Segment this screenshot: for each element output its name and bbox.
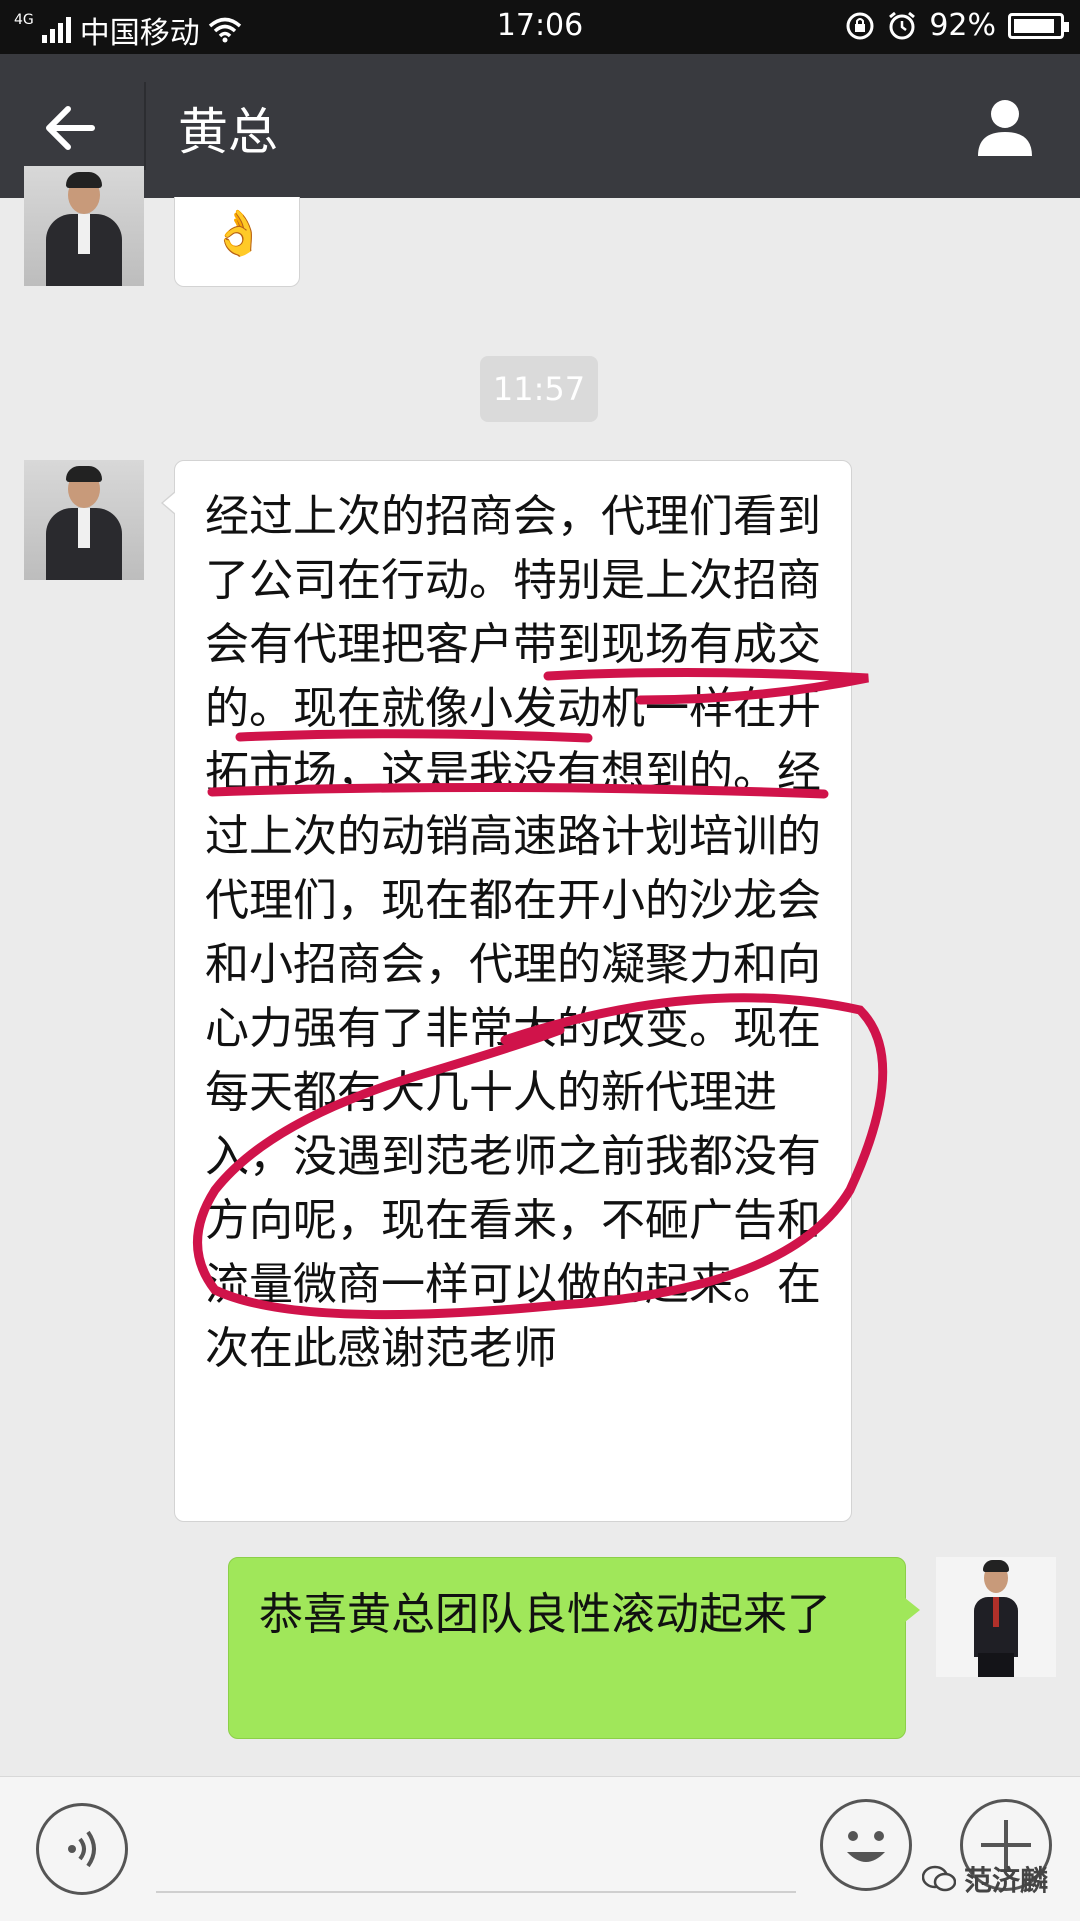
battery-icon — [1008, 12, 1069, 39]
title-divider — [144, 82, 146, 170]
lock-rotation-icon — [846, 12, 874, 39]
watermark: 范济麟 — [921, 1859, 1048, 1899]
status-right: 92% — [845, 8, 1069, 43]
chat-title: 黄总 — [178, 103, 278, 161]
person-icon[interactable] — [974, 96, 1036, 158]
wechat-icon — [921, 1865, 956, 1892]
contact-message-text: 经过上次的招商会，代理们看到了公司在行动。特别是上次招商会有代理把客户带到现场有… — [205, 491, 821, 1374]
title-bar: 黄总 — [0, 54, 1080, 198]
contact-avatar[interactable] — [24, 460, 144, 580]
emoji-message-bubble[interactable]: 👌 — [174, 197, 300, 287]
voice-button[interactable] — [36, 1803, 128, 1895]
my-message-text: 恭喜黄总团队良性滚动起来了 — [259, 1589, 831, 1640]
contact-message-bubble[interactable]: 经过上次的招商会，代理们看到了公司在行动。特别是上次招商会有代理把客户带到现场有… — [161, 460, 852, 1522]
battery-fill — [1014, 18, 1055, 33]
contact-avatar[interactable] — [24, 166, 144, 286]
status-bar: 4G 中国移动 17:06 92% — [0, 0, 1080, 54]
message-input[interactable] — [156, 1891, 796, 1893]
arrow-left-icon[interactable] — [40, 98, 100, 158]
alarm-icon — [889, 11, 916, 39]
voice-icon — [68, 1830, 96, 1868]
message-timestamp: 11:57 — [480, 356, 598, 422]
input-bar: 范济麟 — [0, 1776, 1080, 1921]
smiley-icon — [847, 1831, 885, 1862]
watermark-text: 范济麟 — [963, 1864, 1048, 1897]
emoji-button[interactable] — [820, 1799, 912, 1891]
ok-hand-emoji: 👌 — [211, 208, 266, 259]
my-message-bubble[interactable]: 恭喜黄总团队良性滚动起来了 — [228, 1557, 920, 1739]
battery-percent: 92% — [929, 8, 996, 43]
my-avatar[interactable] — [936, 1557, 1056, 1677]
